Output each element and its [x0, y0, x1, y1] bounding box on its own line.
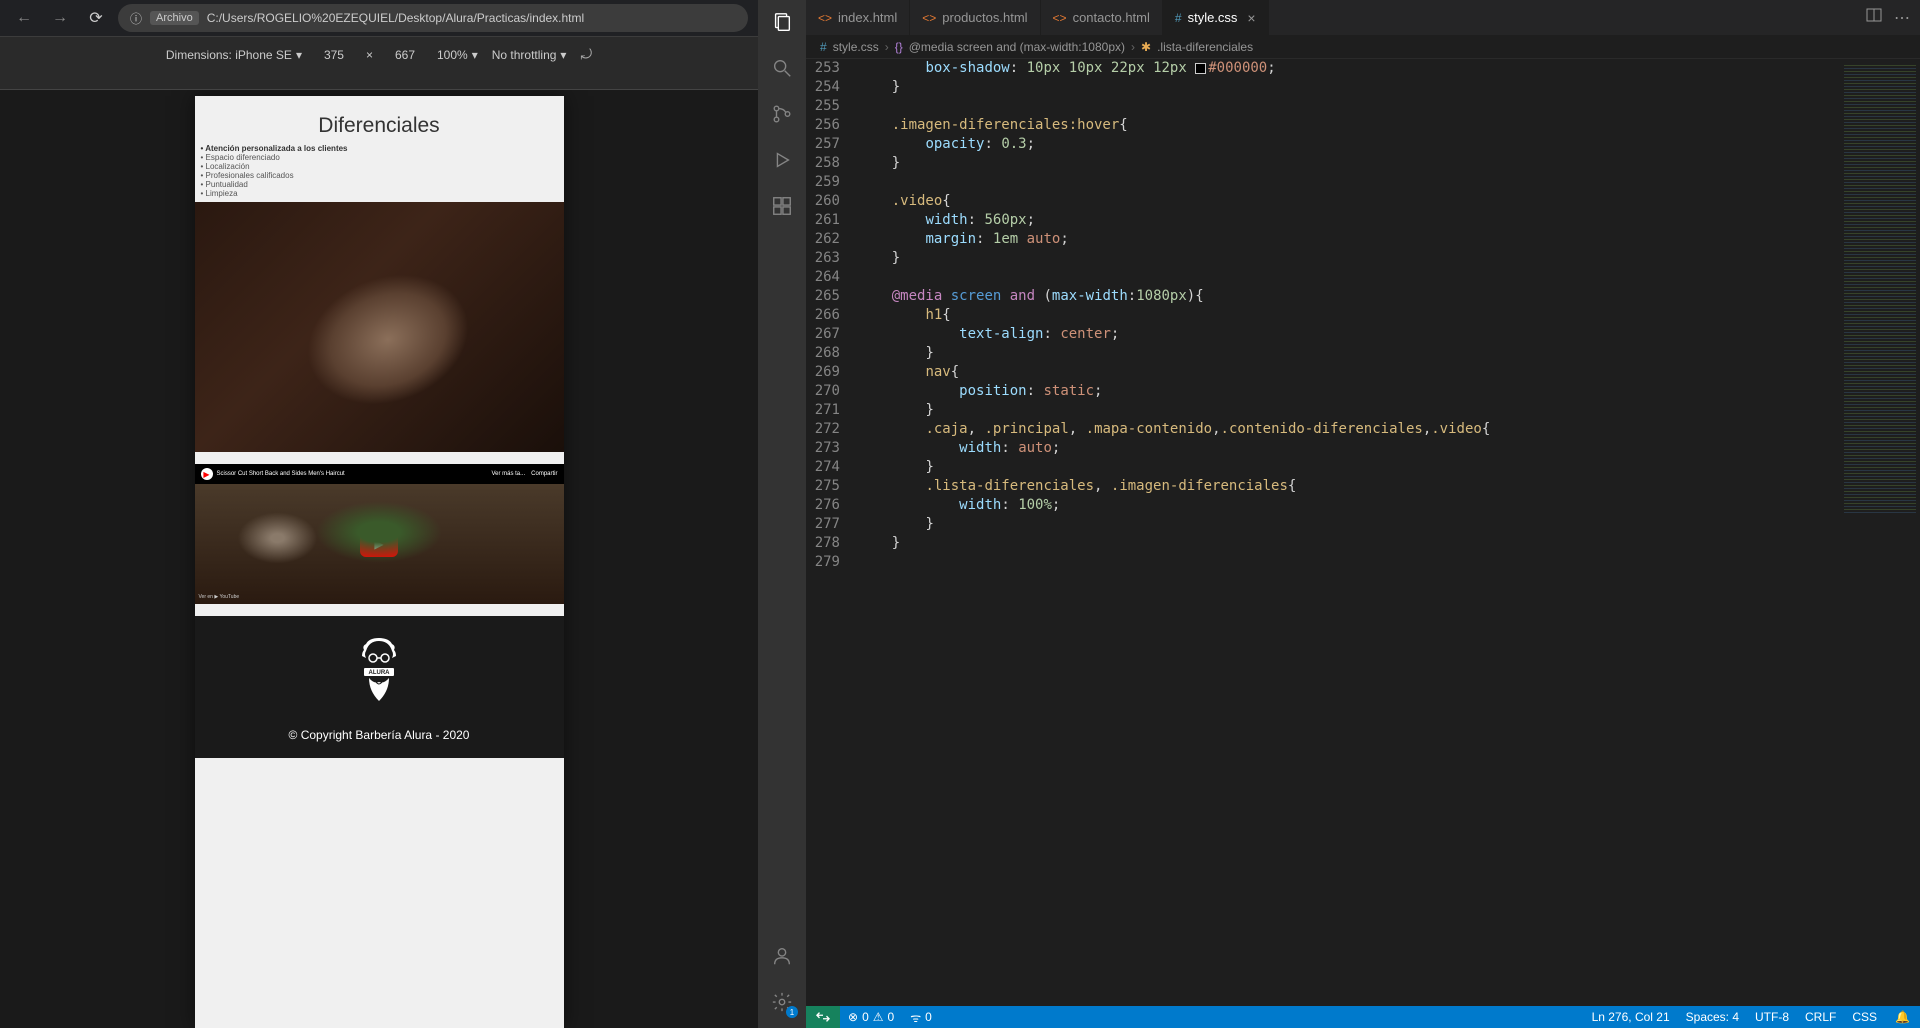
viewport-width-input[interactable]: [316, 48, 352, 62]
search-icon[interactable]: [768, 54, 796, 82]
dim-separator: ×: [366, 48, 373, 62]
brace-icon: {}: [895, 40, 903, 54]
ports-status[interactable]: ᯤ0: [902, 1009, 940, 1026]
back-button[interactable]: ←: [10, 4, 38, 32]
viewport-height-input[interactable]: [387, 48, 423, 62]
page-header: Diferenciales: [195, 96, 564, 144]
play-icon[interactable]: ▶: [360, 531, 398, 557]
breadcrumbs[interactable]: # style.css › {} @media screen and (max-…: [806, 35, 1920, 59]
status-bar: ⊗0 ⚠0 ᯤ0 Ln 276, Col 21 Spaces: 4 UTF-8 …: [806, 1006, 1920, 1028]
throttle-select[interactable]: No throttling▾: [492, 48, 567, 62]
html-icon: <>: [1053, 11, 1067, 25]
share[interactable]: Compartir: [531, 471, 557, 477]
bc-selector: .lista-diferenciales: [1157, 40, 1253, 54]
browser-panel: ← → ⟳ ⓘ Archivo C:/Users/ROGELIO%20EZEQU…: [0, 0, 758, 1028]
cursor-position[interactable]: Ln 276, Col 21: [1584, 1010, 1678, 1024]
watch-on-youtube[interactable]: Ver en ▶ YouTube: [199, 594, 240, 600]
video-title: Scissor Cut Short Back and Sides Men's H…: [217, 471, 345, 477]
explorer-icon[interactable]: [768, 8, 796, 36]
diferenciales-list: Atención personalizada a los clientes Es…: [195, 144, 564, 202]
list-item: Espacio diferenciado: [201, 153, 558, 162]
list-item: Limpieza: [201, 189, 558, 198]
minimap[interactable]: [1840, 59, 1920, 1006]
barber-image: [195, 202, 564, 452]
alura-logo: ALURA: [354, 636, 404, 706]
account-icon[interactable]: [768, 942, 796, 970]
youtube-embed[interactable]: ▶ Scissor Cut Short Back and Sides Men's …: [195, 464, 564, 604]
more-actions-icon[interactable]: ⋯: [1894, 8, 1910, 28]
antenna-icon: ᯤ: [910, 1009, 921, 1026]
list-item: Localización: [201, 162, 558, 171]
activity-bar: 1: [758, 0, 806, 1028]
tab-style-css[interactable]: # style.css ×: [1163, 0, 1269, 35]
remote-button[interactable]: [806, 1006, 840, 1028]
zoom-select[interactable]: 100%▾: [437, 48, 478, 62]
tab-label: contacto.html: [1073, 10, 1150, 25]
warning-icon: ⚠: [873, 1010, 884, 1024]
encoding[interactable]: UTF-8: [1747, 1010, 1797, 1024]
tab-contacto-html[interactable]: <> contacto.html: [1041, 0, 1163, 35]
run-debug-icon[interactable]: [768, 146, 796, 174]
language-mode[interactable]: CSS: [1844, 1010, 1885, 1024]
error-icon: ⊗: [848, 1010, 858, 1024]
tab-label: style.css: [1188, 10, 1238, 25]
svg-text:ALURA: ALURA: [369, 670, 391, 676]
line-gutter: 2532542552562572582592602612622632642652…: [806, 59, 858, 1006]
code-content[interactable]: box-shadow: 10px 10px 22px 12px #000000;…: [858, 59, 1840, 1006]
source-control-icon[interactable]: [768, 100, 796, 128]
file-icon: #: [820, 40, 827, 54]
eol[interactable]: CRLF: [1797, 1010, 1844, 1024]
watch-later[interactable]: Ver más ta...: [491, 471, 525, 477]
ruler-horizontal: [0, 72, 758, 90]
list-item: Puntualidad: [201, 180, 558, 189]
device-viewport: Diferenciales Atención personalizada a l…: [0, 72, 758, 1028]
rotate-icon[interactable]: ⤾: [580, 46, 592, 63]
url-scheme-label: Archivo: [150, 11, 199, 25]
settings-badge: 1: [786, 1006, 798, 1018]
tab-label: productos.html: [942, 10, 1027, 25]
editor-area: <> index.html <> productos.html <> contacto.h…: [806, 0, 1920, 1028]
html-icon: <>: [922, 11, 936, 25]
device-select[interactable]: Dimensions: iPhone SE▾: [166, 48, 302, 62]
url-path: C:/Users/ROGELIO%20EZEQUIEL/Desktop/Alur…: [207, 11, 584, 25]
reload-button[interactable]: ⟳: [82, 4, 110, 32]
page-title: Diferenciales: [195, 114, 564, 138]
browser-toolbar: ← → ⟳ ⓘ Archivo C:/Users/ROGELIO%20EZEQU…: [0, 0, 758, 36]
youtube-icon: ▶: [201, 468, 213, 480]
indentation[interactable]: Spaces: 4: [1678, 1010, 1747, 1024]
tab-index-html[interactable]: <> index.html: [806, 0, 910, 35]
copyright-text: © Copyright Barbería Alura - 2020: [195, 728, 564, 742]
info-icon: ⓘ: [130, 10, 142, 27]
selector-icon: ✱: [1141, 40, 1151, 54]
css-icon: #: [1175, 11, 1182, 25]
tab-productos-html[interactable]: <> productos.html: [910, 0, 1040, 35]
list-item: Atención personalizada a los clientes: [201, 144, 558, 153]
code-editor[interactable]: 2532542552562572582592602612622632642652…: [806, 59, 1920, 1006]
url-bar[interactable]: ⓘ Archivo C:/Users/ROGELIO%20EZEQUIEL/De…: [118, 4, 748, 32]
bc-file: style.css: [833, 40, 879, 54]
page-footer: ALURA © Copyright Barbería Alura - 2020: [195, 616, 564, 758]
extensions-icon[interactable]: [768, 192, 796, 220]
close-icon[interactable]: ×: [1247, 10, 1255, 26]
rendered-page: Diferenciales Atención personalizada a l…: [195, 96, 564, 1028]
split-editor-icon[interactable]: [1866, 7, 1882, 28]
devtools-device-bar: Dimensions: iPhone SE▾ × 100%▾ No thrott…: [0, 36, 758, 72]
html-icon: <>: [818, 11, 832, 25]
list-item: Profesionales calificados: [201, 171, 558, 180]
bc-rule: @media screen and (max-width:1080px): [909, 40, 1125, 54]
errors-warnings[interactable]: ⊗0 ⚠0: [840, 1010, 902, 1024]
settings-icon[interactable]: 1: [768, 988, 796, 1016]
forward-button[interactable]: →: [46, 4, 74, 32]
tab-label: index.html: [838, 10, 897, 25]
vscode-panel: 1 <> index.html <> productos.html <> contacto…: [758, 0, 1920, 1028]
tab-bar: <> index.html <> productos.html <> contacto.h…: [806, 0, 1920, 35]
notifications-icon[interactable]: 🔔: [1885, 1010, 1920, 1024]
